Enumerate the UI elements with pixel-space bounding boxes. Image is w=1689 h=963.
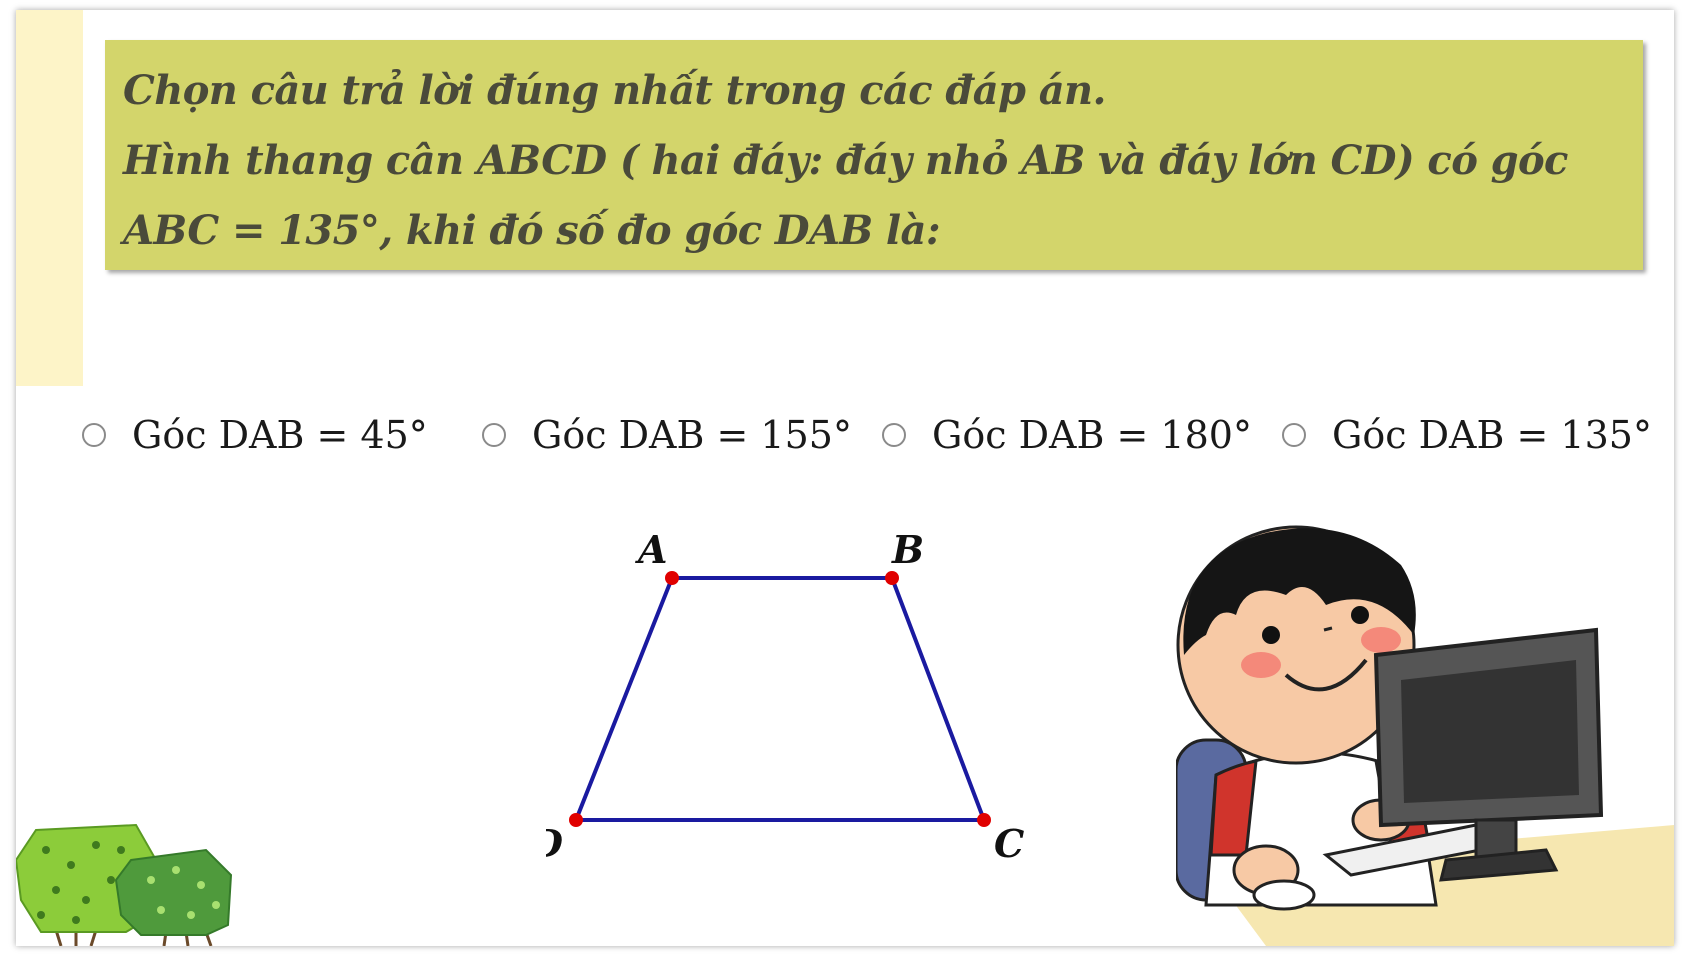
option-1[interactable]: Góc DAB = 45° <box>82 405 428 465</box>
point-a <box>665 571 679 585</box>
label-d: D <box>546 821 563 866</box>
option-3[interactable]: Góc DAB = 180° <box>882 405 1252 465</box>
option-4[interactable]: Góc DAB = 135° <box>1282 405 1652 465</box>
option-2[interactable]: Góc DAB = 155° <box>482 405 852 465</box>
slide: Chọn câu trả lời đúng nhất trong các đáp… <box>16 10 1674 946</box>
radio-icon[interactable] <box>82 423 106 447</box>
question-line-3: ABC = 135°, khi đó số đo góc DAB là: <box>123 207 941 254</box>
option-4-label: Góc DAB = 135° <box>1332 413 1652 457</box>
side-accent-bar <box>16 10 83 386</box>
option-1-label: Góc DAB = 45° <box>132 413 428 457</box>
label-b: B <box>891 527 924 572</box>
radio-icon[interactable] <box>882 423 906 447</box>
question-line-1: Chọn câu trả lời đúng nhất trong các đáp… <box>123 67 1106 114</box>
radio-icon[interactable] <box>1282 423 1306 447</box>
left-eye <box>1262 626 1280 644</box>
point-c <box>977 813 991 827</box>
bush-illustration <box>16 823 233 946</box>
question-line-2: Hình thang cân ABCD ( hai đáy: đáy nhỏ A… <box>123 137 1568 184</box>
boy-computer-illustration <box>1176 525 1674 946</box>
answer-options: Góc DAB = 45° Góc DAB = 155° Góc DAB = 1… <box>16 405 1674 465</box>
point-d <box>569 813 583 827</box>
label-a: A <box>635 527 667 572</box>
label-c: C <box>994 821 1024 866</box>
point-b <box>885 571 899 585</box>
trapezoid-figure: A B C D <box>546 527 1024 866</box>
option-2-label: Góc DAB = 155° <box>532 413 852 457</box>
radio-icon[interactable] <box>482 423 506 447</box>
mouse <box>1252 879 1316 911</box>
trapezoid-outline <box>573 576 987 822</box>
right-eye <box>1351 606 1369 624</box>
question-box: Chọn câu trả lời đúng nhất trong các đáp… <box>105 40 1643 270</box>
option-3-label: Góc DAB = 180° <box>932 413 1252 457</box>
